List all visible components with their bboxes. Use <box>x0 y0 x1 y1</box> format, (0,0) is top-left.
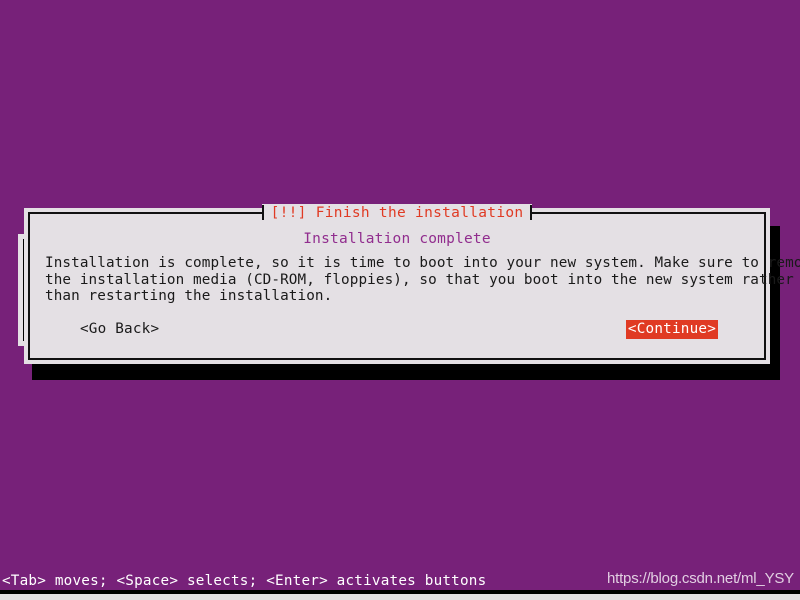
dialog-button-row: <Go Back> <Continue> <box>30 320 764 342</box>
continue-button[interactable]: <Continue> <box>625 320 718 339</box>
finish-installation-dialog: [!!] Finish the installation Installatio… <box>24 204 800 364</box>
installation-complete-heading: Installation complete <box>303 231 491 247</box>
watermark: https://blog.csdn.net/ml_YSY <box>606 570 794 587</box>
go-back-button[interactable]: <Go Back> <box>78 320 161 339</box>
dialog-shadow-bottom <box>32 364 780 380</box>
dialog-frame: [!!] Finish the installation Installatio… <box>28 204 800 360</box>
installer-screen: [!!] Finish the installation Installatio… <box>0 0 800 600</box>
dialog-body-text: Installation is complete, so it is time … <box>45 255 800 305</box>
dialog-content: Installation complete Installation is co… <box>30 214 800 358</box>
screen-bottom-edge <box>0 594 800 600</box>
